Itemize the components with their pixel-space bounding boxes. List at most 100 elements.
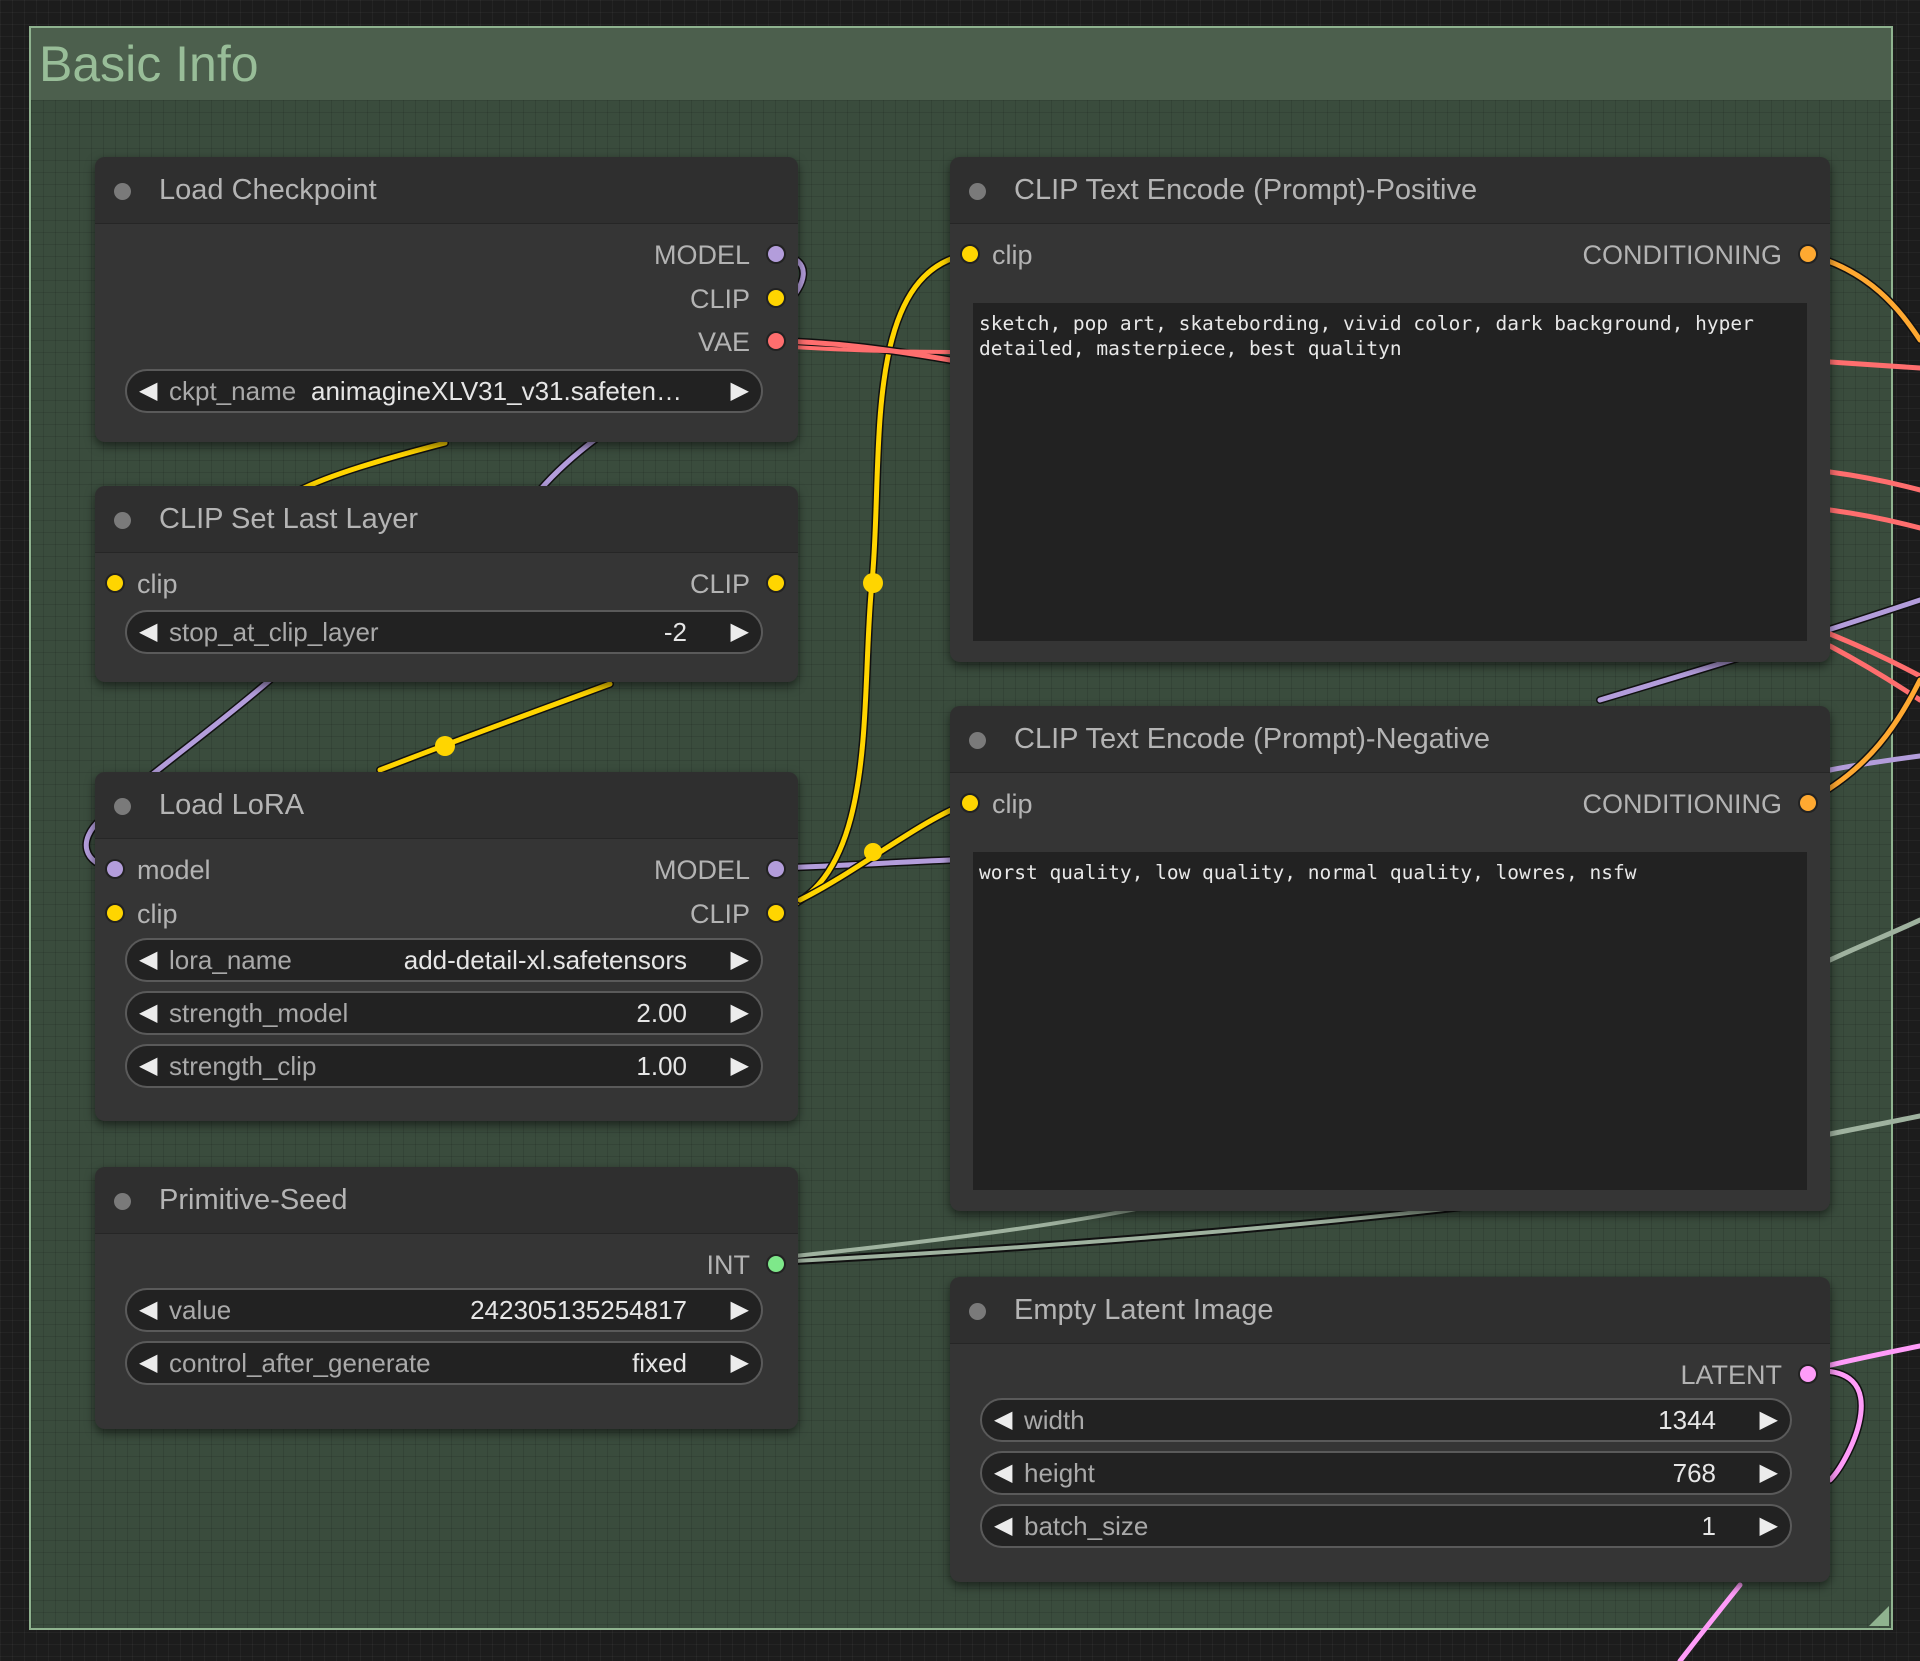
arrow-left-icon[interactable]: ◀ [994,1453,1012,1493]
output-slot-model[interactable] [768,246,784,262]
widget-value: 1 [1701,1511,1716,1541]
collapse-dot-icon[interactable] [114,512,131,529]
arrow-right-icon[interactable]: ▶ [731,371,749,411]
node-title: CLIP Text Encode (Prompt)-Negative [1014,723,1491,755]
graph-canvas[interactable]: Basic Info Load Checkpoint MODEL CLIP VA… [0,0,1920,1661]
arrow-right-icon[interactable]: ▶ [731,612,749,652]
input-label-model: model [137,855,211,885]
arrow-left-icon[interactable]: ◀ [139,1290,157,1330]
output-slot-clip[interactable] [768,575,784,591]
widget-value: 1344 [1658,1405,1716,1435]
arrow-left-icon[interactable]: ◀ [139,1046,157,1086]
output-label-conditioning: CONDITIONING [1582,789,1783,819]
node-title: Empty Latent Image [1014,1294,1274,1326]
node-primitive-seed[interactable]: Primitive-Seed INT ◀ value 2423051352548… [95,1167,798,1429]
widget-value: add-detail-xl.safetensors [403,945,687,975]
collapse-dot-icon[interactable] [114,1193,131,1210]
node-header[interactable]: CLIP Set Last Layer [95,486,798,553]
widget-name: control_after_generate [169,1348,431,1378]
widget-name: ckpt_name [169,376,297,406]
node-load-checkpoint[interactable]: Load Checkpoint MODEL CLIP VAE ◀ ckpt_na… [95,157,798,442]
collapse-dot-icon[interactable] [114,798,131,815]
output-slot-vae[interactable] [768,333,784,349]
number-width[interactable]: ◀ width 1344 ▶ [980,1398,1792,1442]
arrow-right-icon[interactable]: ▶ [731,1290,749,1330]
number-height[interactable]: ◀ height 768 ▶ [980,1451,1792,1495]
output-slot-conditioning[interactable] [1800,246,1816,262]
output-label-clip: CLIP [689,569,750,599]
collapse-dot-icon[interactable] [969,732,986,749]
output-label-conditioning: CONDITIONING [1582,240,1783,270]
arrow-right-icon[interactable]: ▶ [731,993,749,1033]
arrow-right-icon[interactable]: ▶ [731,1046,749,1086]
output-slot-clip[interactable] [768,290,784,306]
widget-name: batch_size [1024,1511,1149,1541]
number-strength-model[interactable]: ◀ strength_model 2.00 ▶ [125,991,763,1035]
input-slot-clip[interactable] [962,795,978,811]
arrow-right-icon[interactable]: ▶ [731,940,749,980]
arrow-right-icon[interactable]: ▶ [731,1343,749,1383]
widget-value: 1.00 [636,1051,687,1081]
combo-ckpt-name[interactable]: ◀ ckpt_name animagineXLV31_v31.safeten… … [125,369,763,413]
node-clip-text-encode-negative[interactable]: CLIP Text Encode (Prompt)-Negative clip … [950,706,1830,1211]
output-slot-model[interactable] [768,861,784,877]
number-strength-clip[interactable]: ◀ strength_clip 1.00 ▶ [125,1044,763,1088]
node-header[interactable]: Load LoRA [95,772,798,839]
arrow-left-icon[interactable]: ◀ [139,612,157,652]
widget-name: height [1024,1458,1095,1488]
widget-name: strength_clip [169,1051,317,1081]
arrow-right-icon[interactable]: ▶ [1760,1506,1778,1546]
node-load-lora[interactable]: Load LoRA model MODEL clip CLIP ◀ lora_n… [95,772,798,1121]
arrow-right-icon[interactable]: ▶ [1760,1453,1778,1493]
node-header[interactable]: CLIP Text Encode (Prompt)-Positive [950,157,1830,224]
output-slot-latent[interactable] [1800,1366,1816,1382]
arrow-left-icon[interactable]: ◀ [139,940,157,980]
node-header[interactable]: Primitive-Seed [95,1167,798,1234]
output-slot-int[interactable] [768,1256,784,1272]
input-slot-clip[interactable] [107,905,123,921]
input-slot-clip[interactable] [107,575,123,591]
number-stop-at-clip-layer[interactable]: ◀ stop_at_clip_layer -2 ▶ [125,610,763,654]
output-label-model: MODEL [653,855,750,885]
collapse-dot-icon[interactable] [969,1303,986,1320]
input-slot-model[interactable] [107,861,123,877]
node-empty-latent-image[interactable]: Empty Latent Image LATENT ◀ width 1344 ▶… [950,1277,1830,1582]
node-title: CLIP Text Encode (Prompt)-Positive [1014,174,1478,206]
prompt-textarea[interactable]: sketch, pop art, skatebording, vivid col… [973,303,1807,641]
output-slot-conditioning[interactable] [1800,795,1816,811]
combo-control-after-generate[interactable]: ◀ control_after_generate fixed ▶ [125,1341,763,1385]
node-header[interactable]: CLIP Text Encode (Prompt)-Negative [950,706,1830,773]
widget-value: 2.00 [636,998,687,1028]
node-header[interactable]: Load Checkpoint [95,157,798,224]
arrow-right-icon[interactable]: ▶ [1760,1400,1778,1440]
combo-lora-name[interactable]: ◀ lora_name add-detail-xl.safetensors ▶ [125,938,763,982]
input-label-clip: clip [992,789,1033,819]
output-label-clip: CLIP [689,899,750,929]
widget-value: -2 [663,617,687,647]
widget-value: fixed [632,1348,687,1378]
collapse-dot-icon[interactable] [969,183,986,200]
arrow-left-icon[interactable]: ◀ [139,1343,157,1383]
prompt-textarea[interactable]: worst quality, low quality, normal quali… [973,852,1807,1190]
output-label-int: INT [706,1250,751,1280]
collapse-dot-icon[interactable] [114,183,131,200]
arrow-left-icon[interactable]: ◀ [139,371,157,411]
node-header[interactable]: Empty Latent Image [950,1277,1830,1344]
output-slot-clip[interactable] [768,905,784,921]
arrow-left-icon[interactable]: ◀ [994,1506,1012,1546]
arrow-left-icon[interactable]: ◀ [139,993,157,1033]
widget-name: width [1024,1405,1085,1435]
arrow-left-icon[interactable]: ◀ [994,1400,1012,1440]
node-title: Load LoRA [159,789,305,821]
input-slot-clip[interactable] [962,246,978,262]
widget-value: animagineXLV31_v31.safeten… [311,376,682,406]
input-label-clip: clip [992,240,1033,270]
node-clip-set-last-layer[interactable]: CLIP Set Last Layer clip CLIP ◀ stop_at_… [95,486,798,682]
node-clip-text-encode-positive[interactable]: CLIP Text Encode (Prompt)-Positive clip … [950,157,1830,662]
widget-name: lora_name [169,945,292,975]
input-label-clip: clip [137,569,178,599]
output-label-model: MODEL [653,240,750,270]
output-label-vae: VAE [697,327,750,357]
number-seed-value[interactable]: ◀ value 242305135254817 ▶ [125,1288,763,1332]
number-batch-size[interactable]: ◀ batch_size 1 ▶ [980,1504,1792,1548]
